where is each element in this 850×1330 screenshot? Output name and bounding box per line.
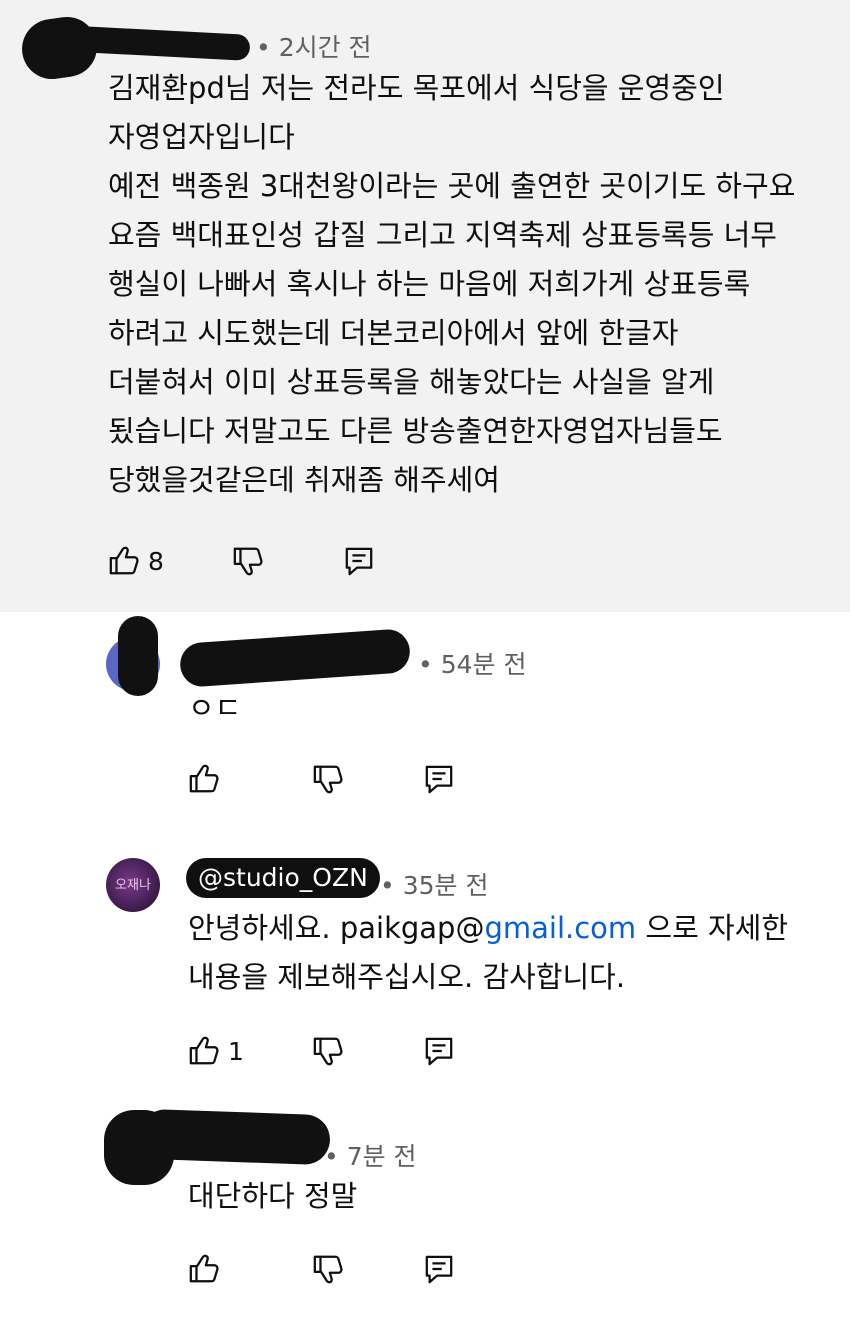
avatar[interactable]: 오재나 <box>106 858 160 912</box>
redacted-avatar-scribble <box>118 616 158 696</box>
email-link[interactable]: gmail.com <box>484 911 636 945</box>
reply-button[interactable] <box>424 1035 454 1067</box>
like-count: 1 <box>228 1036 244 1066</box>
thumb-down-icon <box>313 1255 343 1284</box>
thumb-up-icon <box>189 764 219 793</box>
redacted-username <box>178 628 412 688</box>
top-comment: • 2시간 전 김재환pd님 저는 전라도 목포에서 식당을 운영중인 자영업자… <box>0 0 850 612</box>
thumb-down-icon <box>233 547 263 576</box>
reply-button[interactable] <box>344 545 374 577</box>
channel-handle[interactable]: @studio_OZN <box>186 858 380 898</box>
like-count: 8 <box>148 546 164 576</box>
reply-icon <box>425 1037 453 1066</box>
reply-timestamp: • 35분 전 <box>380 871 489 900</box>
reply-text-start: 안녕하세요. paikgap@ <box>188 911 485 945</box>
like-button[interactable]: 1 <box>188 1035 244 1067</box>
thumb-down-icon <box>313 1037 343 1066</box>
comment-timestamp: • 2시간 전 <box>256 33 372 62</box>
comment-text: 김재환pd님 저는 전라도 목포에서 식당을 운영중인 자영업자입니다 예전 백… <box>108 71 796 497</box>
redacted-username <box>139 1108 331 1166</box>
dislike-button[interactable] <box>232 545 264 577</box>
reply-icon <box>425 765 453 794</box>
reply-timestamp: • 54분 전 <box>418 650 527 679</box>
like-button[interactable]: 8 <box>108 545 164 577</box>
reply-button[interactable] <box>424 1253 454 1285</box>
reply-text: 대단하다 정말 <box>188 1179 358 1213</box>
like-button[interactable] <box>188 763 220 795</box>
thumb-up-icon <box>189 1254 219 1283</box>
avatar-text: 오재나 <box>115 878 151 893</box>
reply-icon <box>425 1255 453 1284</box>
thumb-up-icon <box>189 1036 219 1065</box>
reply-text: 안녕하세요. paikgap@gmail.com 으로 자세한 내용을 제보해주… <box>188 904 808 1002</box>
like-button[interactable] <box>188 1253 220 1285</box>
dislike-button[interactable] <box>312 1035 344 1067</box>
thumb-down-icon <box>313 765 343 794</box>
reply-icon <box>345 547 373 576</box>
dislike-button[interactable] <box>312 763 344 795</box>
thumb-up-icon <box>109 546 139 575</box>
reply-timestamp: • 7분 전 <box>324 1142 417 1171</box>
reply-button[interactable] <box>424 763 454 795</box>
dislike-button[interactable] <box>312 1253 344 1285</box>
reply-text: ㅇㄷ <box>188 691 242 725</box>
